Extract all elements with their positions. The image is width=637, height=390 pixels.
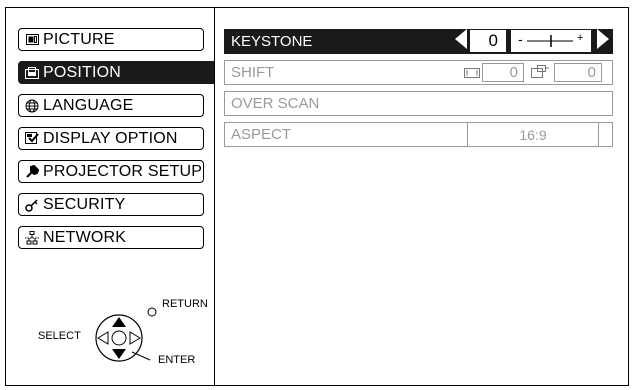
globe-icon [25,99,39,113]
menu-item-label: NETWORK [43,228,127,246]
wrench-icon [25,164,39,179]
keystone-value: 0 [470,30,506,52]
menu-item-label: PICTURE [43,30,115,48]
horizontal-shift-icon [464,66,480,84]
menu-item-language[interactable]: LANGUAGE [18,94,204,117]
select-hint-label: SELECT [38,330,81,342]
shift-label: SHIFT [231,64,275,81]
picture-icon [25,33,39,47]
aspect-value: 16:9 [467,123,599,146]
return-hint-label: RETURN [162,298,208,310]
menu-item-picture[interactable]: PICTURE [18,28,204,51]
position-icon [25,66,39,80]
navigation-pad-icon [92,302,162,377]
menu-item-display-option[interactable]: DISPLAY OPTION [18,127,204,150]
keystone-label: KEYSTONE [231,33,313,50]
menu-item-label: LANGUAGE [43,96,134,114]
menu-item-label: POSITION [43,63,122,81]
vertical-shift-icon [531,65,549,83]
display-option-icon [25,132,39,146]
vertical-shift-value: 0 [554,63,602,82]
slider-minus-label: - [518,31,523,47]
keystone-decrease-arrow[interactable] [455,29,467,49]
slider-plus-label: + [577,32,584,44]
menu-item-label: SECURITY [43,195,126,213]
menu-item-projector-setup[interactable]: PROJECTOR SETUP [18,160,204,183]
menu-item-label: PROJECTOR SETUP [43,162,203,180]
menu-item-network[interactable]: NETWORK [18,226,204,249]
aspect-label: ASPECT [231,126,292,143]
overscan-label: OVER SCAN [231,95,320,112]
keystone-increase-arrow[interactable] [597,29,609,49]
enter-hint-label: ENTER [158,354,196,366]
horizontal-shift-value: 0 [482,63,524,82]
menu-item-position[interactable]: POSITION [18,61,214,84]
panel-divider [214,7,215,386]
keystone-slider[interactable]: - + [511,30,591,52]
network-icon [25,230,39,245]
overscan-row[interactable]: OVER SCAN [224,91,613,116]
key-icon [25,198,39,212]
menu-item-label: DISPLAY OPTION [43,129,178,147]
menu-item-security[interactable]: SECURITY [18,193,204,216]
